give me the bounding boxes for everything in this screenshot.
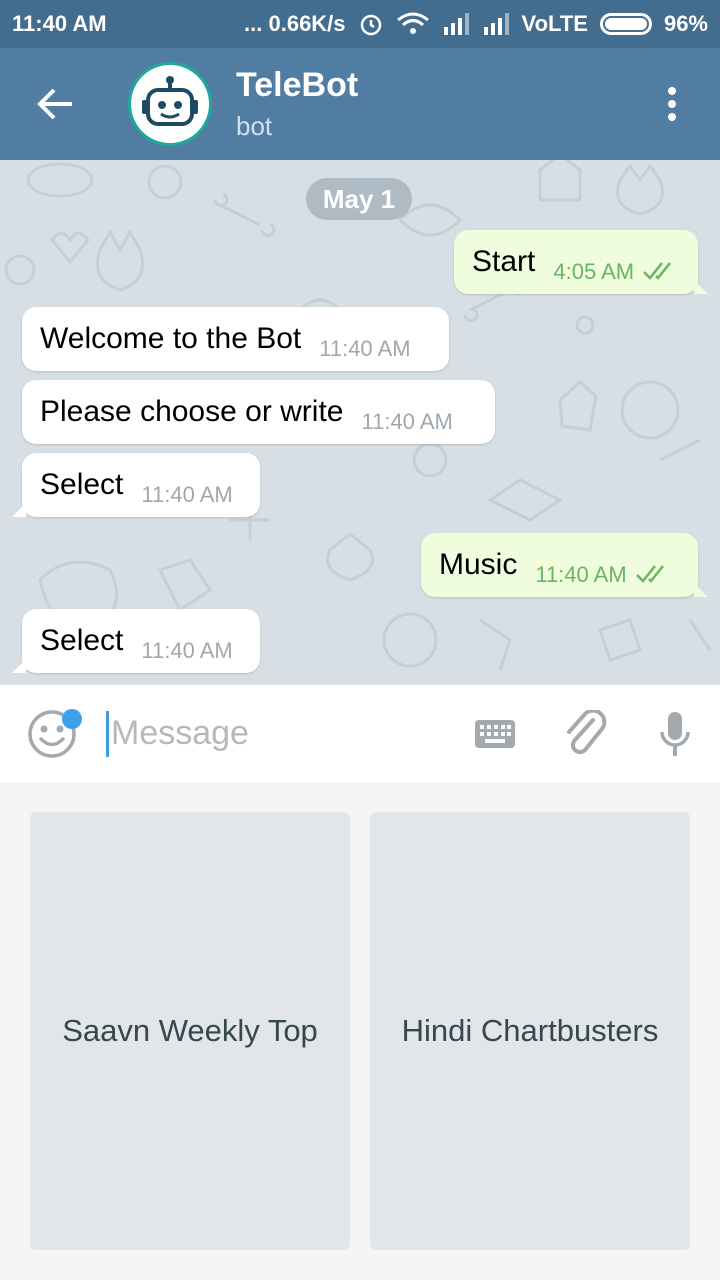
date-divider: May 1 <box>306 178 412 220</box>
message-time: 11:40 AM <box>141 638 233 663</box>
message-input[interactable]: Message <box>104 685 450 783</box>
message-time: 11:40 AM <box>535 562 627 587</box>
signal-icon-2 <box>482 13 510 35</box>
app-bar: TeleBot bot <box>0 48 720 160</box>
voice-record-button[interactable] <box>630 685 720 783</box>
microphone-icon <box>660 711 690 756</box>
message-incoming[interactable]: Please choose or write 11:40 AM <box>22 380 495 444</box>
bubble-tail <box>12 503 26 517</box>
more-vertical-icon <box>668 87 676 121</box>
notification-dot <box>62 708 82 729</box>
keyboard-icon <box>475 719 515 748</box>
message-time: 11:40 AM <box>319 336 411 361</box>
message-time: 11:40 AM <box>141 482 233 507</box>
bubble-tail <box>694 583 708 597</box>
message-time: 11:40 AM <box>361 409 453 434</box>
bubble-tail <box>694 280 708 294</box>
alarm-icon <box>358 11 384 37</box>
chat-area[interactable]: May 1 Start 4:05 AM Welcome to the Bot 1… <box>0 160 720 684</box>
message-incoming[interactable]: Welcome to the Bot 11:40 AM <box>22 307 449 371</box>
bubble-tail <box>12 659 26 673</box>
message-text: Select <box>40 468 124 501</box>
double-check-icon <box>642 261 676 281</box>
emoji-button[interactable] <box>0 685 104 783</box>
message-text: Please choose or write <box>40 395 344 428</box>
message-placeholder: Message <box>111 714 249 752</box>
battery-level: 96% <box>663 11 708 36</box>
arrow-left-icon <box>37 88 72 120</box>
status-time: 11:40 AM <box>12 11 107 36</box>
keyboard-button-hindi-chartbusters[interactable]: Hindi Chartbusters <box>370 812 690 1250</box>
bot-keyboard: Saavn Weekly Top Hindi Chartbusters <box>0 782 720 1280</box>
signal-icon <box>442 13 470 35</box>
status-icons: ... 0.66K/s VoLTE 96% <box>244 11 708 37</box>
attach-button[interactable] <box>540 685 630 783</box>
chat-name: TeleBot <box>236 66 359 104</box>
status-bar: 11:40 AM ... 0.66K/s VoLTE 96% <box>0 0 720 48</box>
chat-subtitle: bot <box>236 111 273 141</box>
network-type: VoLTE <box>521 11 588 36</box>
battery-icon <box>599 13 652 35</box>
message-text: Welcome to the Bot <box>40 322 302 355</box>
message-text: Select <box>40 624 124 657</box>
message-outgoing[interactable]: Start 4:05 AM <box>454 230 708 294</box>
wifi-icon <box>396 12 430 36</box>
more-menu-button[interactable] <box>624 48 720 160</box>
message-text: Start <box>472 245 536 278</box>
net-speed: ... 0.66K/s <box>244 11 346 36</box>
chat-title[interactable]: TeleBot bot <box>236 65 358 143</box>
bot-avatar[interactable] <box>128 62 212 146</box>
message-outgoing[interactable]: Music 11:40 AM <box>421 533 708 597</box>
robot-icon <box>142 76 198 126</box>
message-time: 4:05 AM <box>553 259 635 284</box>
keyboard-toggle-button[interactable] <box>450 685 540 783</box>
message-incoming[interactable]: Select 11:40 AM <box>12 609 260 673</box>
text-cursor <box>106 710 109 757</box>
back-button[interactable] <box>0 48 110 160</box>
message-incoming[interactable]: Select 11:40 AM <box>12 453 260 517</box>
paperclip-icon <box>567 709 607 754</box>
double-check-icon <box>635 564 669 584</box>
message-input-bar: Message <box>0 684 720 782</box>
message-text: Music <box>439 548 518 581</box>
keyboard-button-saavn-weekly-top[interactable]: Saavn Weekly Top <box>30 812 350 1250</box>
